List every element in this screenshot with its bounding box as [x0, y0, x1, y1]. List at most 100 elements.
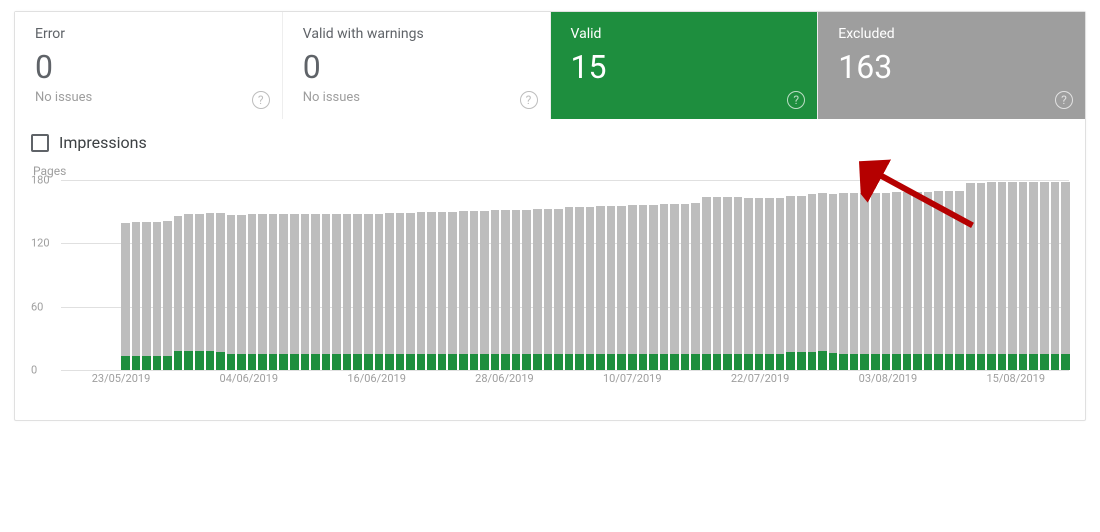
chart-x-tick: 03/08/2019: [859, 372, 918, 385]
chart-bar[interactable]: [1019, 180, 1028, 370]
chart-bar[interactable]: [206, 180, 215, 370]
chart-bar[interactable]: [417, 180, 426, 370]
chart-bar[interactable]: [723, 180, 732, 370]
chart-bar[interactable]: [322, 180, 331, 370]
card-valid-with-warnings[interactable]: Valid with warnings 0 No issues ?: [283, 12, 551, 119]
chart-bar[interactable]: [501, 180, 510, 370]
chart-bar[interactable]: [660, 180, 669, 370]
chart-bar[interactable]: [628, 180, 637, 370]
chart-bar[interactable]: [639, 180, 648, 370]
chart-bar[interactable]: [818, 180, 827, 370]
chart-bar[interactable]: [301, 180, 310, 370]
chart-bar[interactable]: [332, 180, 341, 370]
chart-bar[interactable]: [343, 180, 352, 370]
help-icon[interactable]: ?: [787, 91, 805, 109]
chart-bar[interactable]: [649, 180, 658, 370]
chart-bar[interactable]: [702, 180, 711, 370]
chart-bar[interactable]: [617, 180, 626, 370]
chart-bar[interactable]: [924, 180, 933, 370]
chart-bar[interactable]: [544, 180, 553, 370]
chart-bar[interactable]: [480, 180, 489, 370]
chart-bar[interactable]: [892, 180, 901, 370]
chart-bar[interactable]: [459, 180, 468, 370]
chart-bar[interactable]: [406, 180, 415, 370]
chart-bar[interactable]: [670, 180, 679, 370]
chart-bar[interactable]: [1051, 180, 1060, 370]
card-error[interactable]: Error 0 No issues ?: [15, 12, 283, 119]
chart-bar[interactable]: [998, 180, 1007, 370]
chart-bar[interactable]: [1008, 180, 1017, 370]
chart-bar[interactable]: [396, 180, 405, 370]
chart-bar[interactable]: [565, 180, 574, 370]
chart-bar[interactable]: [227, 180, 236, 370]
help-icon[interactable]: ?: [1055, 91, 1073, 109]
chart-bar[interactable]: [575, 180, 584, 370]
chart-bar[interactable]: [121, 180, 130, 370]
chart-bar[interactable]: [829, 180, 838, 370]
chart-bar[interactable]: [871, 180, 880, 370]
chart-bar[interactable]: [132, 180, 141, 370]
chart-bar[interactable]: [839, 180, 848, 370]
help-icon[interactable]: ?: [252, 91, 270, 109]
chart-bar[interactable]: [375, 180, 384, 370]
chart-bar[interactable]: [691, 180, 700, 370]
card-excluded[interactable]: Excluded 163 ?: [818, 12, 1085, 119]
chart-bar[interactable]: [850, 180, 859, 370]
chart-bar[interactable]: [734, 180, 743, 370]
chart-bar[interactable]: [184, 180, 193, 370]
chart-bar[interactable]: [353, 180, 362, 370]
chart-bar[interactable]: [491, 180, 500, 370]
chart-bar[interactable]: [713, 180, 722, 370]
chart-bar[interactable]: [966, 180, 975, 370]
chart-bar[interactable]: [882, 180, 891, 370]
chart-bar[interactable]: [279, 180, 288, 370]
chart-bar[interactable]: [216, 180, 225, 370]
chart-bar[interactable]: [607, 180, 616, 370]
chart-bar[interactable]: [290, 180, 299, 370]
chart-bar[interactable]: [913, 180, 922, 370]
chart-bar[interactable]: [596, 180, 605, 370]
chart-bar[interactable]: [765, 180, 774, 370]
chart-bar[interactable]: [248, 180, 257, 370]
chart-bar[interactable]: [163, 180, 172, 370]
chart-bar[interactable]: [1040, 180, 1049, 370]
chart-bar[interactable]: [934, 180, 943, 370]
chart-bar[interactable]: [269, 180, 278, 370]
chart-bar[interactable]: [533, 180, 542, 370]
chart-bar[interactable]: [153, 180, 162, 370]
card-valid[interactable]: Valid 15 ?: [551, 12, 819, 119]
chart-bar[interactable]: [586, 180, 595, 370]
chart-bar[interactable]: [955, 180, 964, 370]
chart-bar[interactable]: [438, 180, 447, 370]
chart-bar[interactable]: [1061, 180, 1070, 370]
chart-bar[interactable]: [776, 180, 785, 370]
chart-bar[interactable]: [554, 180, 563, 370]
chart-bar[interactable]: [945, 180, 954, 370]
chart-bar[interactable]: [142, 180, 151, 370]
chart-bar[interactable]: [311, 180, 320, 370]
help-icon[interactable]: ?: [520, 91, 538, 109]
chart-bar[interactable]: [385, 180, 394, 370]
chart-bar[interactable]: [522, 180, 531, 370]
chart-bar[interactable]: [797, 180, 806, 370]
chart-bar[interactable]: [237, 180, 246, 370]
chart-bar[interactable]: [860, 180, 869, 370]
chart-bar[interactable]: [364, 180, 373, 370]
chart-bar[interactable]: [987, 180, 996, 370]
chart-bar[interactable]: [786, 180, 795, 370]
chart-bar[interactable]: [903, 180, 912, 370]
chart-bar[interactable]: [512, 180, 521, 370]
chart-bar[interactable]: [681, 180, 690, 370]
chart-bar[interactable]: [977, 180, 986, 370]
chart-bar[interactable]: [1029, 180, 1038, 370]
chart-bar[interactable]: [258, 180, 267, 370]
chart-bar[interactable]: [470, 180, 479, 370]
chart-bar[interactable]: [808, 180, 817, 370]
chart-bar[interactable]: [174, 180, 183, 370]
chart-bar[interactable]: [427, 180, 436, 370]
impressions-checkbox[interactable]: [31, 134, 49, 152]
chart-bar[interactable]: [448, 180, 457, 370]
chart-bar[interactable]: [195, 180, 204, 370]
chart-bar[interactable]: [755, 180, 764, 370]
chart-bar[interactable]: [744, 180, 753, 370]
